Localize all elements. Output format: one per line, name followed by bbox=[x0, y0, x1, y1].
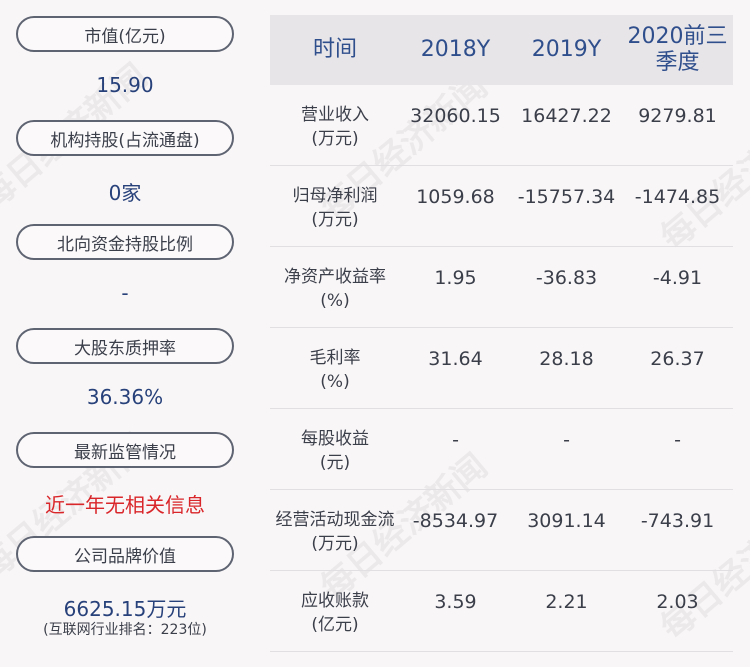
market-cap-label: 市值(亿元) bbox=[16, 16, 234, 52]
row-label: 应收账款 (亿元) bbox=[301, 591, 369, 635]
cell: 3091.14 bbox=[527, 510, 606, 532]
row-label: 营业收入 (万元) bbox=[301, 105, 369, 149]
header-2020q3: 2020前三季度 bbox=[627, 24, 728, 75]
pledge-ratio-label: 大股东质押率 bbox=[16, 328, 234, 364]
cell: 16427.22 bbox=[521, 105, 612, 127]
cell: -4.91 bbox=[652, 267, 703, 289]
table-row: 经营活动现金流 (万元) -8534.97 3091.14 -743.91 bbox=[270, 490, 733, 571]
row-label: 经营活动现金流 (万元) bbox=[275, 510, 395, 554]
row-label: 每股收益 (元) bbox=[301, 429, 369, 473]
row-label: 净资产收益率 (%) bbox=[284, 267, 386, 311]
institutional-holding-label: 机构持股(占流通盘) bbox=[16, 120, 234, 156]
cell: 9279.81 bbox=[638, 105, 717, 127]
brand-value-value: 6625.15万元 bbox=[63, 597, 187, 621]
table-row: 应收账款 (亿元) 3.59 2.21 2.03 bbox=[270, 571, 733, 652]
cell: 32060.15 bbox=[410, 105, 501, 127]
cell: 2.03 bbox=[656, 591, 699, 613]
cell: 1.95 bbox=[434, 267, 477, 289]
table-header: 时间 2018Y 2019Y 2020前三季度 bbox=[270, 15, 733, 85]
northbound-holding-value: - bbox=[121, 281, 129, 305]
table-row: 毛利率 (%) 31.64 28.18 26.37 bbox=[270, 328, 733, 409]
northbound-holding-label: 北向资金持股比例 bbox=[16, 224, 234, 260]
institutional-holding-value: 0家 bbox=[108, 181, 142, 205]
cell: - bbox=[452, 429, 459, 451]
header-2019: 2019Y bbox=[531, 37, 602, 62]
cell: 26.37 bbox=[650, 348, 705, 370]
cell: - bbox=[674, 429, 681, 451]
regulatory-status-value: 近一年无相关信息 bbox=[45, 493, 205, 517]
cell: 28.18 bbox=[539, 348, 594, 370]
header-time: 时间 bbox=[312, 37, 357, 62]
pledge-ratio-value: 36.36% bbox=[86, 385, 164, 409]
cell: -8534.97 bbox=[412, 510, 499, 532]
row-label: 毛利率 (%) bbox=[309, 348, 361, 392]
cell: 2.21 bbox=[545, 591, 588, 613]
header-2018: 2018Y bbox=[420, 37, 491, 62]
cell: 31.64 bbox=[428, 348, 483, 370]
table-row: 归母净利润 (万元) 1059.68 -15757.34 -1474.85 bbox=[270, 166, 733, 247]
table-row: 营业收入 (万元) 32060.15 16427.22 9279.81 bbox=[270, 85, 733, 166]
table-row: 净资产收益率 (%) 1.95 -36.83 -4.91 bbox=[270, 247, 733, 328]
cell: -1474.85 bbox=[634, 186, 721, 208]
cell: - bbox=[563, 429, 570, 451]
cell: -36.83 bbox=[535, 267, 598, 289]
regulatory-status-label: 最新监管情况 bbox=[16, 432, 234, 468]
financial-table: 时间 2018Y 2019Y 2020前三季度 营业收入 (万元) 32060.1… bbox=[270, 15, 733, 652]
row-label: 归母净利润 (万元) bbox=[292, 186, 378, 230]
brand-value-label: 公司品牌价值 bbox=[16, 536, 234, 572]
table-row: 每股收益 (元) - - - bbox=[270, 409, 733, 490]
cell: 1059.68 bbox=[416, 186, 495, 208]
stock-summary-panel: 市值(亿元) 15.90 机构持股(占流通盘) 0家 北向资金持股比例 - 大股… bbox=[0, 0, 250, 667]
cell: 3.59 bbox=[434, 591, 477, 613]
brand-rank-note: (互联网行业排名：223位) bbox=[43, 622, 207, 638]
market-cap-value: 15.90 bbox=[96, 73, 154, 97]
cell: -15757.34 bbox=[517, 186, 616, 208]
cell: -743.91 bbox=[640, 510, 715, 532]
